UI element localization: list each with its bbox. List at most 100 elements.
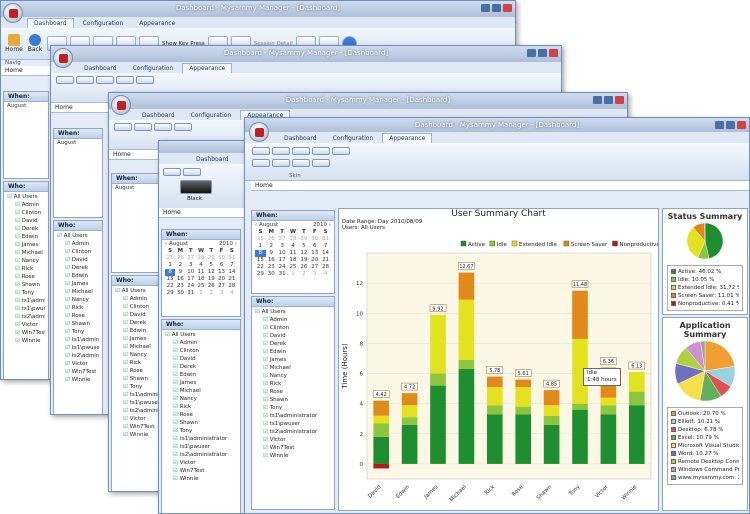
calendar-day[interactable]: 5 <box>298 243 309 250</box>
user-checkbox[interactable]: Nancy <box>255 372 331 380</box>
calendar-day[interactable]: 14 <box>320 250 331 257</box>
calendar-year[interactable]: 2010 › <box>219 241 237 248</box>
calendar-day[interactable]: 28 <box>196 255 206 262</box>
calendar-day[interactable]: 11 <box>196 269 206 276</box>
skin-option[interactable] <box>312 159 330 167</box>
calendar-day[interactable]: 25 <box>255 236 266 243</box>
user-checkbox[interactable]: Rose <box>57 312 99 320</box>
calendar-day[interactable]: 29 <box>206 255 216 262</box>
user-checkbox[interactable]: Shawn <box>57 320 99 328</box>
calendar-day[interactable]: 24 <box>186 283 196 290</box>
user-checkbox[interactable]: Victor <box>115 415 159 423</box>
maximize-icon[interactable] <box>538 49 547 57</box>
user-checkbox[interactable]: ts1\administrator <box>165 435 237 443</box>
user-checkbox[interactable]: Shawn <box>255 396 331 404</box>
user-checkbox[interactable]: Edwin <box>7 233 45 241</box>
calendar-day[interactable]: 20 <box>216 276 226 283</box>
skin-option[interactable] <box>272 147 290 155</box>
user-checkbox[interactable]: Admin <box>7 201 45 209</box>
user-checkbox[interactable]: Shawn <box>165 419 237 427</box>
maximize-icon[interactable] <box>492 4 501 12</box>
user-checkbox[interactable]: Clinton <box>115 303 159 311</box>
calendar-day[interactable]: 26 <box>266 236 277 243</box>
user-checkbox[interactable]: ts1\pwuser <box>115 399 159 407</box>
tab-dashboard[interactable]: Dashboard <box>27 18 74 28</box>
tab-dashboard[interactable]: Dashboard <box>135 110 182 120</box>
skin-option[interactable] <box>114 123 132 131</box>
calendar-day[interactable]: 10 <box>277 250 288 257</box>
user-checkbox[interactable]: Rick <box>255 380 331 388</box>
skin-option[interactable] <box>312 147 330 155</box>
calendar-day[interactable]: 6 <box>309 243 320 250</box>
calendar-day[interactable]: 31 <box>227 255 237 262</box>
user-checkbox[interactable]: Clinton <box>57 248 99 256</box>
user-checkbox[interactable]: Rose <box>7 273 45 281</box>
user-checkbox[interactable]: ts1\administrator <box>115 391 159 399</box>
calendar-day[interactable]: 8 <box>255 250 266 257</box>
calendar-day[interactable]: 15 <box>255 257 266 264</box>
skin-option[interactable] <box>252 159 270 167</box>
user-checkbox[interactable]: Derek <box>7 225 45 233</box>
calendar[interactable]: ‹ August 2010 › S M T W T F S 25 26 27 28 29 30 31 1 2 3 4 5… <box>252 221 334 279</box>
user-checkbox[interactable]: ts2\administrator <box>165 451 237 459</box>
tab-configuration[interactable]: Configuration <box>184 110 239 120</box>
user-checkbox[interactable]: ts1\administrator <box>57 336 99 344</box>
skin-option[interactable] <box>174 123 192 131</box>
skin-option[interactable] <box>96 76 114 84</box>
user-checkbox[interactable]: James <box>255 356 331 364</box>
user-checkbox[interactable]: Michael <box>115 343 159 351</box>
all-users-checkbox[interactable]: All Users <box>165 331 237 339</box>
calendar-day[interactable]: 21 <box>320 257 331 264</box>
calendar-day[interactable]: 23 <box>266 264 277 271</box>
calendar-day[interactable]: 12 <box>298 250 309 257</box>
user-checkbox[interactable]: Victor <box>7 321 45 329</box>
tab-dashboard[interactable]: Dashboard <box>77 63 124 73</box>
calendar-day[interactable]: 30 <box>309 236 320 243</box>
calendar-day[interactable]: 25 <box>165 255 175 262</box>
app-orb-icon[interactable] <box>3 3 23 23</box>
calendar-day[interactable]: 17 <box>186 276 196 283</box>
user-checkbox[interactable]: ts1\pwuser <box>7 305 45 313</box>
user-checkbox[interactable]: Rick <box>7 265 45 273</box>
tab-appearance[interactable]: Appearance <box>132 18 182 28</box>
user-checkbox[interactable]: Victor <box>255 436 331 444</box>
user-checkbox[interactable]: Tony <box>165 427 237 435</box>
user-checkbox[interactable]: Admin <box>57 240 99 248</box>
tab-dashboard[interactable]: Dashboard <box>277 133 324 143</box>
maximize-icon[interactable] <box>604 96 613 104</box>
calendar-day[interactable]: 7 <box>227 262 237 269</box>
skin-option[interactable] <box>116 76 134 84</box>
user-checkbox[interactable]: Rose <box>115 367 159 375</box>
user-checkbox[interactable]: Rick <box>57 304 99 312</box>
calendar-day[interactable]: 30 <box>266 271 277 278</box>
calendar-day[interactable]: 23 <box>175 283 185 290</box>
user-checkbox[interactable]: Winnie <box>255 452 331 460</box>
skin-option[interactable] <box>136 76 154 84</box>
calendar-day[interactable]: 4 <box>320 271 331 278</box>
app-orb-icon[interactable] <box>249 122 269 142</box>
user-checkbox[interactable]: Rick <box>165 403 237 411</box>
user-checkbox[interactable]: ts2\administrator <box>57 352 99 360</box>
calendar-day[interactable]: 4 <box>196 262 206 269</box>
calendar-day[interactable]: 16 <box>266 257 277 264</box>
calendar-day[interactable]: 10 <box>186 269 196 276</box>
skin-option[interactable] <box>134 123 152 131</box>
calendar-day[interactable]: 22 <box>255 264 266 271</box>
calendar-day[interactable]: 25 <box>288 264 299 271</box>
calendar-day[interactable]: 1 <box>165 262 175 269</box>
user-checkbox[interactable]: Nancy <box>115 351 159 359</box>
user-checkbox[interactable]: Derek <box>255 340 331 348</box>
app-orb-icon[interactable] <box>53 48 73 68</box>
close-icon[interactable] <box>737 121 746 129</box>
calendar-day[interactable]: 27 <box>186 255 196 262</box>
all-users-checkbox[interactable]: All Users <box>57 232 99 240</box>
calendar-month[interactable]: ‹ August <box>165 241 188 248</box>
tab-configuration[interactable]: Configuration <box>76 18 131 28</box>
calendar-day[interactable]: 27 <box>277 236 288 243</box>
user-checkbox[interactable]: David <box>115 311 159 319</box>
calendar-day[interactable]: 18 <box>196 276 206 283</box>
calendar-day[interactable]: 15 <box>165 276 175 283</box>
calendar-year[interactable]: 2010 › <box>313 222 331 229</box>
calendar-day[interactable]: 2 <box>298 271 309 278</box>
calendar-day[interactable]: 22 <box>165 283 175 290</box>
